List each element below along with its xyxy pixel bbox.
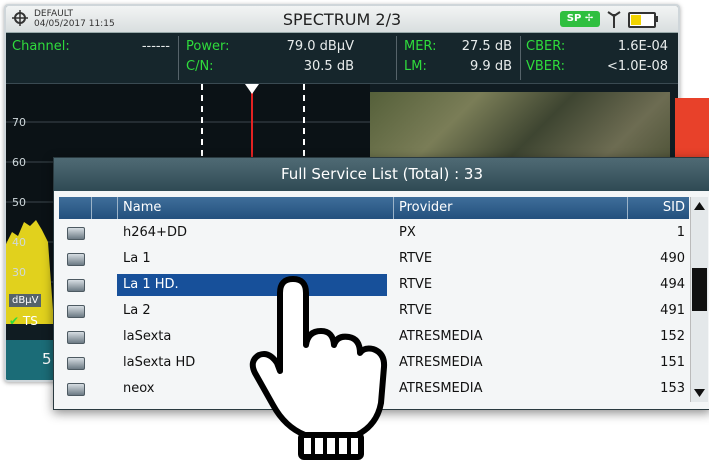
- check-icon: ✔: [9, 314, 20, 328]
- tv-icon: [67, 383, 85, 396]
- scroll-down-icon[interactable]: [691, 384, 708, 402]
- table-row[interactable]: La 1 RTVE 490: [59, 246, 689, 272]
- hand-pointer-icon: [249, 276, 388, 460]
- service-name: laSexta: [123, 329, 172, 344]
- ts-label: TS: [22, 314, 38, 328]
- channel-label: Channel:: [12, 39, 70, 54]
- divider: [520, 36, 521, 80]
- move-icon: ✢: [584, 13, 594, 24]
- power-label: Power:: [186, 39, 230, 54]
- sp-badge-label: SP: [566, 13, 582, 24]
- scroll-up-icon[interactable]: [691, 197, 708, 215]
- service-name: La 1 HD.: [123, 277, 179, 292]
- softkey-label[interactable]: 5: [42, 350, 52, 368]
- vber-label: VBER:: [526, 59, 566, 74]
- service-provider: PX: [399, 225, 416, 240]
- tv-icon: [67, 253, 85, 266]
- y-tick: 60: [12, 156, 26, 169]
- column-divider: [117, 197, 118, 219]
- service-name: laSexta HD: [123, 355, 196, 370]
- column-header-sid[interactable]: SID: [633, 197, 685, 219]
- vber-value: <1.0E-08: [606, 59, 668, 74]
- cn-label: C/N:: [186, 59, 214, 74]
- scrollbar[interactable]: [690, 197, 708, 402]
- service-name: La 2: [123, 303, 151, 318]
- y-tick: 50: [12, 196, 26, 209]
- red-background-accent: [675, 98, 709, 158]
- column-divider: [627, 197, 628, 219]
- table-row[interactable]: h264+DD PX 1: [59, 220, 689, 246]
- tv-icon: [67, 331, 85, 344]
- service-provider: RTVE: [399, 251, 433, 266]
- video-preview: [370, 92, 670, 166]
- status-bar: DEFAULT 04/05/2017 11:15 SPECTRUM 2/3 SP…: [6, 6, 678, 33]
- service-sid: 152: [660, 329, 685, 344]
- ts-status: ✔ TS: [9, 314, 38, 328]
- mer-label: MER:: [404, 39, 437, 54]
- y-tick: 70: [12, 116, 26, 129]
- table-header: Name Provider SID: [59, 197, 689, 219]
- column-divider: [393, 197, 394, 219]
- unit-label: dBµV: [9, 294, 42, 307]
- service-provider: ATRESMEDIA: [399, 381, 483, 396]
- cber-label: CBER:: [526, 39, 566, 54]
- service-name: La 1: [123, 251, 151, 266]
- dialog-title: Full Service List (Total) : 33: [54, 158, 709, 191]
- tv-icon: [67, 357, 85, 370]
- sp-badge[interactable]: SP ✢: [560, 11, 600, 27]
- service-sid: 491: [660, 303, 685, 318]
- service-sid: 490: [660, 251, 685, 266]
- service-sid: 151: [660, 355, 685, 370]
- column-header-name[interactable]: Name: [123, 197, 161, 219]
- tv-icon: [67, 227, 85, 240]
- battery-level: [631, 15, 641, 25]
- y-tick: 30: [12, 266, 26, 279]
- y-tick: 40: [12, 236, 26, 249]
- tv-icon: [67, 279, 85, 292]
- service-provider: RTVE: [399, 303, 433, 318]
- service-provider: ATRESMEDIA: [399, 329, 483, 344]
- service-name: neox: [123, 381, 155, 396]
- battery-tip: [655, 16, 658, 22]
- cn-value: 30.5 dB: [303, 59, 354, 74]
- measurement-panel: Channel: ------ Power: 79.0 dBµV C/N: 30…: [6, 33, 678, 84]
- divider: [178, 36, 179, 80]
- antenna-icon: [607, 11, 621, 28]
- battery-icon: [628, 12, 656, 28]
- power-value: 79.0 dBµV: [286, 39, 354, 54]
- service-name: h264+DD: [123, 225, 187, 240]
- service-sid: 1: [676, 225, 685, 240]
- column-divider: [91, 197, 92, 219]
- tv-icon: [67, 305, 85, 318]
- service-sid: 494: [660, 277, 685, 292]
- channel-value: ------: [141, 39, 170, 54]
- lm-value: 9.9 dB: [470, 59, 512, 74]
- service-sid: 153: [660, 381, 685, 396]
- column-header-provider[interactable]: Provider: [399, 197, 453, 219]
- scrollbar-thumb[interactable]: [692, 268, 707, 311]
- divider: [396, 36, 397, 80]
- cber-value: 1.6E-04: [617, 39, 668, 54]
- service-provider: RTVE: [399, 277, 433, 292]
- service-provider: ATRESMEDIA: [399, 355, 483, 370]
- mer-value: 27.5 dB: [461, 39, 512, 54]
- lm-label: LM:: [404, 59, 427, 74]
